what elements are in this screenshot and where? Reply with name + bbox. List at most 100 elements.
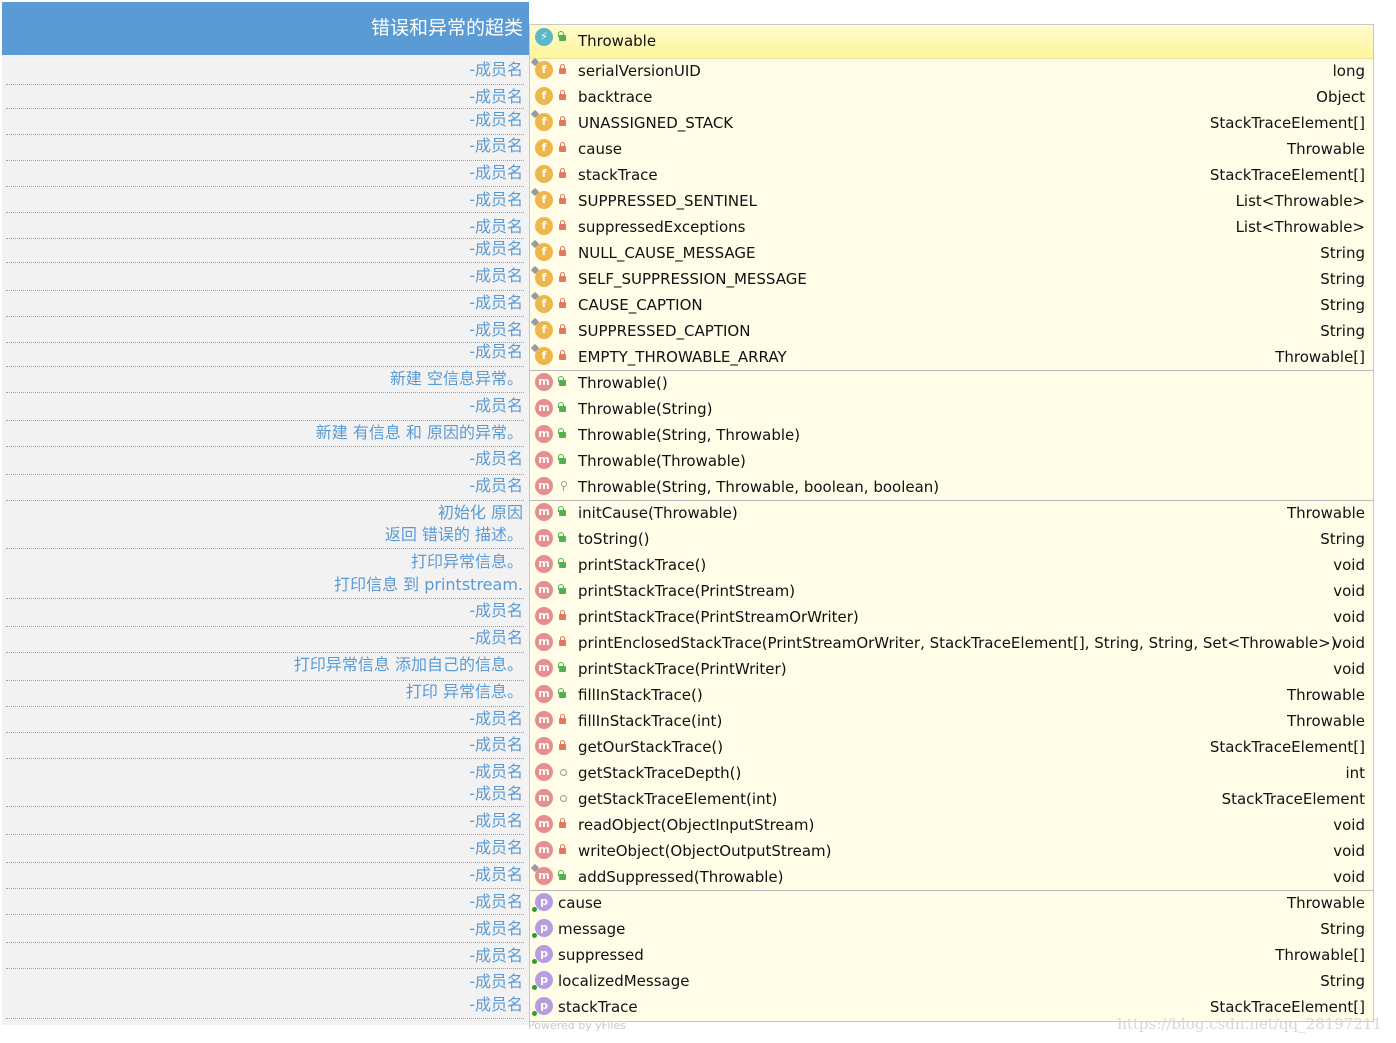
method-row[interactable]: m toString() String [530, 526, 1373, 552]
method-icon: m [535, 685, 553, 703]
member-name: Throwable(String, Throwable, boolean, bo… [578, 478, 940, 496]
watermark: https://blog.csdn.net/qq_28197211 [1117, 1015, 1382, 1033]
field-row[interactable]: f NULL_CAUSE_MESSAGE String [530, 240, 1373, 266]
note-separator [6, 1018, 524, 1019]
note-separator [6, 366, 524, 367]
note-separator [6, 598, 524, 599]
property-row[interactable]: p localizedMessage String [530, 968, 1373, 994]
method-icon: m [535, 633, 553, 651]
private-visibility-icon [558, 246, 568, 258]
property-row[interactable]: p suppressed Throwable[] [530, 942, 1373, 968]
note-separator [6, 968, 524, 969]
method-icon: m [535, 425, 553, 443]
member-note: -成员名 [469, 239, 523, 258]
member-note: 返回 错误的 描述。 [384, 525, 523, 544]
member-type: String [1320, 270, 1365, 288]
method-row[interactable]: m printStackTrace(PrintWriter) void [530, 656, 1373, 682]
member-note: -成员名 [469, 762, 523, 781]
member-type: Throwable[] [1275, 348, 1365, 366]
method-icon: m [535, 763, 553, 781]
field-icon: f [535, 321, 553, 339]
method-row[interactable]: m Throwable(String, Throwable) [530, 422, 1373, 448]
method-icon: m [535, 503, 553, 521]
field-row[interactable]: f SELF_SUPPRESSION_MESSAGE String [530, 266, 1373, 292]
method-row[interactable]: m getStackTraceElement(int) StackTraceElem… [530, 786, 1373, 812]
method-row[interactable]: m getStackTraceDepth() int [530, 760, 1373, 786]
class-header[interactable]: ⚡ Throwable [530, 25, 1373, 59]
field-icon: f [535, 269, 553, 287]
field-icon: f [535, 243, 553, 261]
member-name: printStackTrace(PrintStream) [578, 582, 796, 600]
property-row[interactable]: p message String [530, 916, 1373, 942]
field-row[interactable]: f CAUSE_CAPTION String [530, 292, 1373, 318]
property-icon: p [532, 971, 553, 990]
member-name: SELF_SUPPRESSION_MESSAGE [578, 270, 807, 288]
field-icon: f [535, 347, 553, 365]
member-type: void [1333, 556, 1365, 574]
private-visibility-icon [558, 220, 568, 232]
member-name: printEnclosedStackTrace(PrintStreamOrWri… [578, 634, 1337, 652]
member-name: Throwable(String) [578, 400, 713, 418]
method-row[interactable]: m addSuppressed(Throwable) void [530, 864, 1373, 890]
note-separator [6, 446, 524, 447]
property-icon: p [532, 919, 553, 938]
method-row[interactable]: m initCause(Throwable) Throwable [530, 500, 1373, 526]
member-name: readObject(ObjectInputStream) [578, 816, 815, 834]
note-separator [6, 500, 524, 501]
note-separator [6, 262, 524, 263]
field-row[interactable]: f EMPTY_THROWABLE_ARRAY Throwable[] [530, 344, 1373, 370]
property-row[interactable]: p cause Throwable [530, 890, 1373, 916]
method-row[interactable]: m writeObject(ObjectOutputStream) void [530, 838, 1373, 864]
member-type: Throwable [1286, 894, 1365, 912]
member-type: List<Throwable> [1235, 192, 1365, 210]
member-note: -成员名 [469, 293, 523, 312]
field-row[interactable]: f UNASSIGNED_STACK StackTraceElement[] [530, 110, 1373, 136]
method-row[interactable]: m Throwable() [530, 370, 1373, 396]
method-row[interactable]: m fillInStackTrace(int) Throwable [530, 708, 1373, 734]
method-icon: m [535, 451, 553, 469]
member-name: EMPTY_THROWABLE_ARRAY [578, 348, 787, 366]
member-note: -成员名 [469, 449, 523, 468]
member-name: CAUSE_CAPTION [578, 296, 703, 314]
method-row[interactable]: m Throwable(String) [530, 396, 1373, 422]
private-visibility-icon [558, 142, 568, 154]
note-separator [6, 474, 524, 475]
method-row[interactable]: m Throwable(String, Throwable, boolean, b… [530, 474, 1373, 500]
field-row[interactable]: f SUPPRESSED_SENTINEL List<Throwable> [530, 188, 1373, 214]
note-separator [6, 392, 524, 393]
member-type: void [1333, 634, 1365, 652]
private-visibility-icon [558, 714, 568, 726]
field-row[interactable]: f backtrace Object [530, 84, 1373, 110]
field-icon: f [535, 61, 553, 79]
method-row[interactable]: m printStackTrace() void [530, 552, 1373, 578]
member-type: StackTraceElement[] [1209, 114, 1365, 132]
note-separator [6, 834, 524, 835]
member-note: 打印 异常信息。 [405, 682, 523, 701]
member-type: StackTraceElement[] [1209, 166, 1365, 184]
field-row[interactable]: f stackTrace StackTraceElement[] [530, 162, 1373, 188]
member-note: -成员名 [469, 784, 523, 803]
member-type: StackTraceElement[] [1209, 738, 1365, 756]
method-row[interactable]: m fillInStackTrace() Throwable [530, 682, 1373, 708]
method-row[interactable]: m printStackTrace(PrintStreamOrWriter) voi… [530, 604, 1373, 630]
member-note: -成员名 [469, 838, 523, 857]
package-visibility-icon [558, 766, 568, 778]
method-row[interactable]: m printStackTrace(PrintStream) void [530, 578, 1373, 604]
method-row[interactable]: m printEnclosedStackTrace(PrintStreamOrWr… [530, 630, 1373, 656]
member-name: stackTrace [578, 166, 658, 184]
note-separator [6, 186, 524, 187]
member-name: cause [558, 894, 602, 912]
field-row[interactable]: f SUPPRESSED_CAPTION String [530, 318, 1373, 344]
public-visibility-icon [558, 532, 568, 544]
member-note: -成员名 [469, 995, 523, 1014]
method-row[interactable]: m getOurStackTrace() StackTraceElement[] [530, 734, 1373, 760]
private-visibility-icon [558, 64, 568, 76]
method-row[interactable]: m Throwable(Throwable) [530, 448, 1373, 474]
field-row[interactable]: f cause Throwable [530, 136, 1373, 162]
member-type: String [1320, 530, 1365, 548]
field-row[interactable]: f suppressedExceptions List<Throwable> [530, 214, 1373, 240]
footer-credit: Powered by yFiles [528, 1019, 626, 1032]
field-icon: f [535, 113, 553, 131]
field-row[interactable]: f serialVersionUID long [530, 58, 1373, 84]
method-row[interactable]: m readObject(ObjectInputStream) void [530, 812, 1373, 838]
